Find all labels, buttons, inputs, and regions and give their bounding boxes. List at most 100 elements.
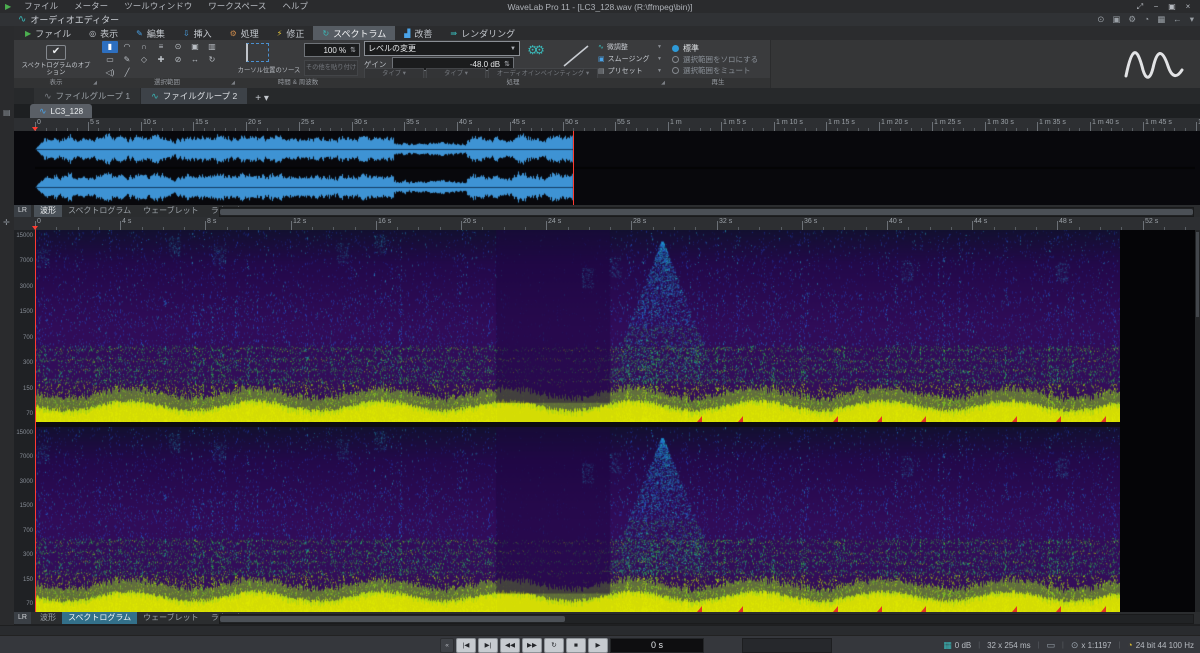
opacity-spinner[interactable]: 100 %⇅ — [304, 43, 360, 57]
redo-tool[interactable]: ↻ — [204, 54, 220, 66]
zoom-selection-tool[interactable]: ⊙ — [170, 41, 186, 53]
playback-option[interactable]: 選択範囲をミュート — [672, 65, 751, 76]
ribbon-tab-bolt[interactable]: ⚡修正 — [268, 26, 314, 40]
eraser-tool[interactable]: ⊘ — [170, 54, 186, 66]
menu-item[interactable]: メーター — [67, 0, 115, 13]
overview-waveform-canvas[interactable] — [35, 131, 1195, 205]
file-group-tab[interactable]: ∿ファイルグループ 2 — [141, 88, 247, 104]
brush-tool[interactable]: ✎ — [119, 54, 135, 66]
menu-item[interactable]: ワークスペース — [201, 0, 273, 13]
vertical-scrollbar[interactable] — [1195, 230, 1200, 612]
settings-gears-button[interactable]: ⚙⚙ — [520, 43, 548, 69]
radio-icon[interactable] — [672, 67, 679, 74]
stop-button[interactable]: ■ — [566, 638, 586, 653]
paste-menu-button[interactable]: その他を貼り付け ▾ — [304, 60, 358, 76]
process-mode-select[interactable]: レベルの変更▼ — [364, 41, 520, 56]
search-icon[interactable]: ⊙ — [1097, 14, 1104, 25]
ellipse-selection-tool[interactable]: ◇ — [136, 54, 152, 66]
playback-option[interactable]: 標準 — [672, 43, 699, 54]
left-tool-strip[interactable]: ▤ ✛ — [0, 26, 15, 635]
ribbon-tab-insert[interactable]: ⇩挿入 — [174, 26, 221, 40]
copy-region-tool[interactable]: ▥ — [204, 41, 220, 53]
menu-item[interactable]: ファイル — [17, 0, 65, 13]
dialog-launcher-icon[interactable]: ◢ — [231, 80, 235, 86]
spectrogram-channel-right[interactable] — [35, 427, 1120, 612]
dock-icon[interactable]: ▤ — [3, 108, 11, 117]
view-mode-selected[interactable]: 波形 — [34, 205, 62, 217]
rewind-button[interactable]: ◀◀ — [500, 638, 520, 653]
ribbon-tab-edit[interactable]: ✎編集 — [127, 26, 174, 40]
smoothing-button[interactable]: ▣スムージング▼ — [598, 53, 662, 64]
ribbon-tab-eye[interactable]: ◎表示 — [80, 26, 127, 40]
spectrogram-options-button[interactable]: ✔ スペクトログラムのオプション — [19, 41, 93, 77]
levels-tool[interactable]: ≡ — [153, 41, 169, 53]
main-ruler[interactable]: 04 s8 s12 s16 s20 s24 s28 s32 s36 s40 s4… — [14, 217, 1200, 231]
view-mode-tab[interactable]: ウェーブレット — [137, 205, 205, 217]
playback-option[interactable]: 選択範囲をソロにする — [672, 54, 758, 65]
radio-icon[interactable] — [672, 56, 679, 63]
add-file-group-button[interactable]: + ▾ — [248, 93, 276, 104]
spectrogram-channel-left[interactable] — [35, 230, 1120, 422]
spinner-arrows-icon[interactable]: ⇅ — [504, 60, 510, 68]
maximize-icon[interactable]: ▣ — [1164, 0, 1180, 13]
close-icon[interactable]: × — [1180, 0, 1196, 13]
channel-selector[interactable]: LR — [14, 205, 31, 217]
status-item[interactable]: 32 x 254 ms — [987, 641, 1031, 650]
history-clock-icon[interactable]: ◔ — [1144, 14, 1149, 25]
file-tab-lc3-128[interactable]: ∿ LC3_128 — [30, 104, 92, 118]
spinner-arrows-icon[interactable]: ⇅ — [350, 46, 356, 54]
dialog-launcher-icon[interactable]: ◢ — [93, 80, 97, 86]
cursor-source-icon[interactable] — [246, 43, 269, 62]
settings-gear-icon[interactable]: ⚙ — [1128, 14, 1136, 25]
dialog-launcher-icon[interactable]: ◢ — [661, 80, 665, 86]
status-item[interactable]: ◔24 bit 44 100 Hz — [1127, 640, 1194, 650]
view-mode-tab[interactable]: 波形 — [34, 612, 62, 624]
menu-item[interactable]: ツールウィンドウ — [117, 0, 199, 13]
time-selection-tool[interactable]: ▮ — [102, 41, 118, 53]
radio-icon[interactable] — [672, 45, 679, 52]
collapse-transport-button[interactable]: « — [440, 638, 454, 653]
pan-crosshair-icon[interactable]: ✛ — [3, 218, 10, 227]
minimize-icon[interactable]: − — [1148, 0, 1164, 13]
ribbon-tab-enhance[interactable]: ▟改善 — [395, 26, 441, 40]
play-button[interactable]: ▶ — [588, 638, 608, 653]
region-tool[interactable]: ▣ — [187, 41, 203, 53]
status-item[interactable]: ▦0 dB — [943, 640, 971, 651]
view-mode-tab[interactable]: ウェーブレット — [137, 612, 205, 624]
ribbon-tab-process[interactable]: ⚙処理 — [221, 26, 268, 40]
ribbon-tab-render[interactable]: ⇛レンダリング — [441, 26, 524, 40]
overview-waveform-pane[interactable] — [14, 131, 1200, 205]
restore-icon[interactable]: ⤢ — [1132, 0, 1148, 13]
fine-tune-button[interactable]: ∿微調整▼ — [598, 41, 662, 52]
line-tool-button[interactable] — [556, 42, 596, 70]
monitor-headphones-tool[interactable]: ∩ — [136, 41, 152, 53]
horizontal-scrollbar[interactable] — [219, 614, 1194, 624]
magic-wand-tool[interactable]: ✚ — [153, 54, 169, 66]
fast-forward-button[interactable]: ▶▶ — [522, 638, 542, 653]
back-arrow-icon[interactable]: ← — [1173, 14, 1182, 25]
cursor-source-label[interactable]: カーソル位置のソース — [236, 65, 302, 74]
panel-icon[interactable]: ▣ — [1112, 14, 1120, 25]
channel-selector[interactable]: LR — [14, 612, 31, 624]
rect-selection-tool[interactable]: ▭ — [102, 54, 118, 66]
menu-item[interactable]: ヘルプ — [275, 0, 315, 13]
ribbon-tab-file[interactable]: ▶ファイル — [16, 26, 80, 40]
scrollbar-thumb[interactable] — [220, 616, 565, 622]
overview-ruler[interactable]: 05 s10 s15 s20 s25 s30 s35 s40 s45 s50 s… — [14, 118, 1200, 132]
nudge-tool[interactable]: ↔ — [187, 54, 203, 66]
next-marker-button[interactable]: ▶| — [478, 638, 498, 653]
lasso-selection-tool[interactable]: ◠ — [119, 41, 135, 53]
layout-grid-icon[interactable]: ▦ — [1157, 14, 1165, 25]
file-group-tab[interactable]: ∿ファイルグループ 1 — [34, 88, 140, 104]
prev-marker-button[interactable]: |◀ — [456, 638, 476, 653]
presets-button[interactable]: ▤プリセット▼ — [598, 65, 662, 76]
ribbon-tab-spectrum[interactable]: ↻スペクトラム — [313, 26, 395, 40]
loop-button[interactable]: ↻ — [544, 638, 564, 653]
horizontal-scrollbar[interactable] — [219, 207, 1194, 217]
view-mode-selected[interactable]: スペクトログラム — [62, 612, 137, 624]
status-item[interactable]: ▭ — [1046, 640, 1055, 651]
scrollbar-thumb[interactable] — [220, 209, 1193, 215]
dropdown-icon[interactable]: ▾ — [1190, 14, 1194, 25]
view-mode-tab[interactable]: スペクトログラム — [62, 205, 137, 217]
status-item[interactable]: ⊙x 1:1197 — [1071, 640, 1112, 651]
